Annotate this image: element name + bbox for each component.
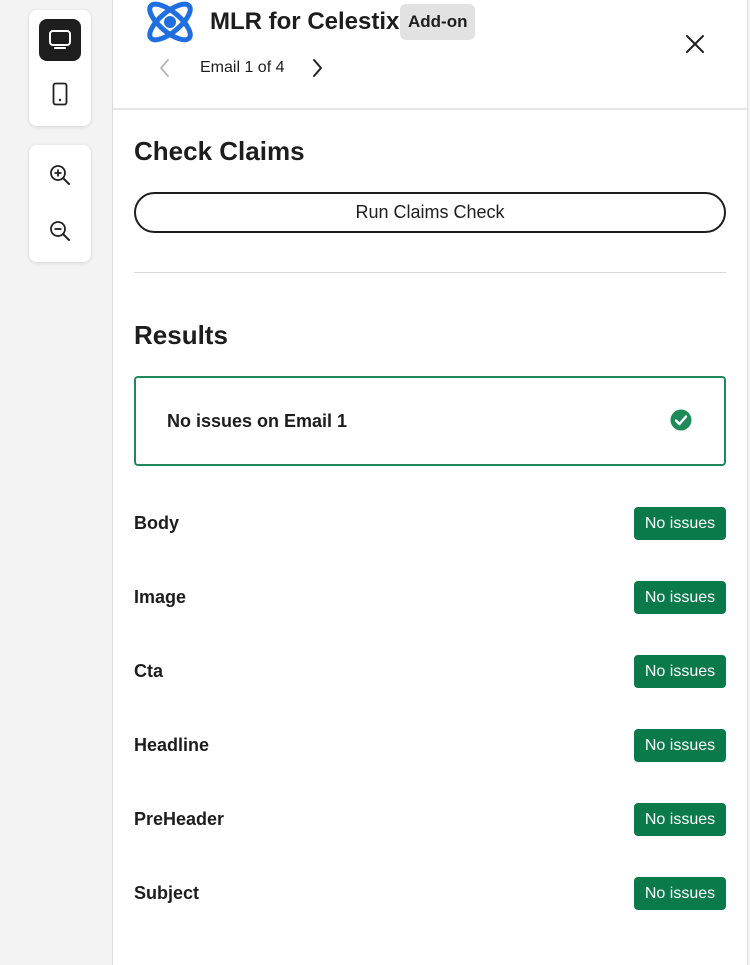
- status-badge: No issues: [634, 507, 726, 540]
- close-icon: [686, 35, 704, 53]
- atom-logo-icon: [147, 1, 193, 43]
- results-title: Results: [134, 320, 228, 350]
- prev-email-button[interactable]: [155, 57, 175, 79]
- result-row-cta: Cta No issues: [134, 655, 726, 689]
- phone-icon: [52, 82, 68, 106]
- zoom-out-icon: [50, 221, 70, 241]
- result-row-body: Body No issues: [134, 507, 726, 541]
- result-label: Headline: [134, 735, 210, 755]
- result-label: Body: [134, 513, 179, 533]
- status-badge: No issues: [634, 581, 726, 614]
- result-row-preheader: PreHeader No issues: [134, 803, 726, 837]
- view-toggle-group: [29, 10, 91, 126]
- zoom-out-button[interactable]: [39, 210, 81, 252]
- addon-badge: Add-on: [400, 4, 476, 40]
- section-divider: [134, 272, 726, 273]
- zoom-in-button[interactable]: [39, 154, 81, 196]
- results-summary: No issues on Email 1: [134, 376, 726, 466]
- result-row-image: Image No issues: [134, 581, 726, 615]
- mobile-view-button[interactable]: [39, 73, 81, 115]
- run-claims-check-button[interactable]: Run Claims Check: [134, 192, 726, 233]
- result-row-headline: Headline No issues: [134, 729, 726, 763]
- zoom-group: [29, 145, 91, 262]
- zoom-in-icon: [50, 165, 70, 185]
- result-label: Image: [134, 587, 187, 607]
- close-button[interactable]: [681, 30, 709, 58]
- result-label: PreHeader: [134, 809, 225, 829]
- status-badge: No issues: [634, 729, 726, 762]
- result-row-subject: Subject No issues: [134, 877, 726, 911]
- check-circle-icon: [670, 409, 692, 431]
- claims-panel: MLR for Celestix Add-on Email 1 of 4 Che…: [112, 0, 748, 965]
- chevron-right-icon: [313, 59, 322, 77]
- monitor-icon: [49, 30, 71, 49]
- status-badge: No issues: [634, 803, 726, 836]
- status-badge: No issues: [634, 877, 726, 910]
- chevron-left-icon: [160, 59, 169, 77]
- next-email-button[interactable]: [307, 57, 327, 79]
- result-label: Subject: [134, 883, 200, 903]
- email-pager-label: Email 1 of 4: [200, 59, 285, 76]
- desktop-view-button[interactable]: [39, 19, 81, 61]
- check-claims-title: Check Claims: [134, 136, 305, 166]
- status-badge: No issues: [634, 655, 726, 688]
- summary-text: No issues on Email 1: [167, 411, 348, 431]
- panel-header: MLR for Celestix Add-on Email 1 of 4: [113, 0, 747, 110]
- result-label: Cta: [134, 661, 164, 681]
- app-title: MLR for Celestix: [210, 8, 400, 35]
